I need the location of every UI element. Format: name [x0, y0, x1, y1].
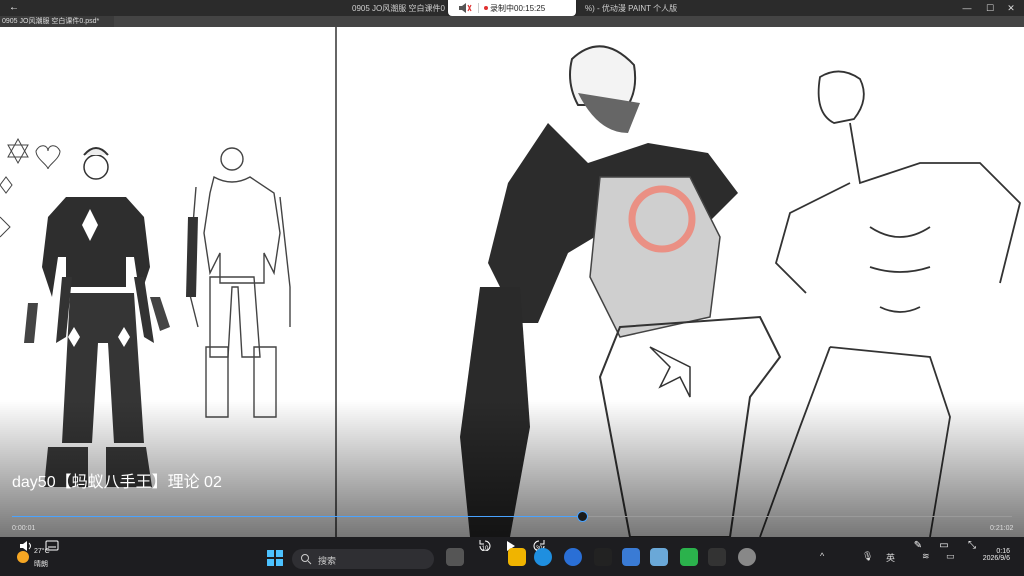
tool-app-icon[interactable]	[708, 548, 726, 566]
record-dot-icon	[484, 6, 488, 10]
speaker-muted-icon[interactable]	[458, 2, 472, 14]
taskbar-search[interactable]: 搜索	[292, 549, 434, 569]
maximize-icon: ☐	[985, 3, 995, 13]
maximize-button[interactable]: ☐	[983, 1, 997, 15]
total-time: 0:21:02	[990, 525, 1014, 532]
close-button[interactable]: ✕	[1004, 1, 1018, 15]
draw-button[interactable]: ✎	[910, 540, 926, 551]
seek-bar[interactable]	[12, 511, 1012, 522]
search-placeholder: 搜索	[318, 556, 337, 566]
close-icon: ✕	[1007, 3, 1015, 13]
task-view-icon[interactable]	[446, 548, 464, 566]
windows-start-icon[interactable]	[266, 549, 284, 567]
window-title-left: 0905 JO风潮服 空白课件0	[352, 4, 445, 13]
qq-icon[interactable]	[594, 548, 612, 566]
recording-indicator[interactable]: 录制中00:15:25	[448, 0, 576, 16]
pen-icon: ✎	[913, 540, 923, 551]
wechat-icon[interactable]	[680, 548, 698, 566]
window-title-right: %) - 优动漫 PAINT 个人版	[585, 4, 678, 13]
divider	[478, 3, 479, 13]
tray-expand-icon[interactable]: ^	[820, 551, 824, 561]
search-icon	[301, 554, 312, 565]
tab-strip	[114, 16, 1024, 27]
system-clock[interactable]: 0:16 2026/9/6	[976, 548, 1010, 562]
battery-icon[interactable]: ▭	[946, 551, 955, 562]
picture-in-picture-icon: ▭	[939, 540, 949, 551]
minimize-icon: —	[962, 3, 972, 13]
recorder-app-icon[interactable]	[738, 548, 756, 566]
minimize-button[interactable]: —	[960, 1, 974, 15]
seek-handle[interactable]	[577, 511, 588, 522]
exit-fullscreen-icon: ⤡	[968, 540, 976, 551]
wifi-icon[interactable]: ≋	[922, 551, 930, 562]
microphone-icon[interactable]: 🎙	[862, 551, 873, 562]
seek-progress	[12, 516, 582, 517]
clock-time: 0:16	[996, 548, 1010, 555]
video-title: day50【蚂蚁八手王】理论 02	[12, 474, 222, 491]
back-button[interactable]: ←	[4, 1, 24, 15]
weather-temperature: 27°C	[34, 548, 50, 555]
pip-button[interactable]: ▭	[936, 540, 952, 551]
paint-app-icon[interactable]	[650, 548, 668, 566]
clock-date: 2026/9/6	[982, 555, 1010, 562]
feishu-icon[interactable]	[622, 548, 640, 566]
rewind-seconds: 10	[481, 546, 489, 552]
document-tab[interactable]: 0905 JO风潮服 空白课件0.psd*	[0, 16, 116, 27]
weather-description: 晴朗	[34, 561, 48, 568]
app-s-icon[interactable]	[564, 548, 582, 566]
current-time: 0:00:01	[12, 525, 36, 532]
ime-indicator[interactable]: 英	[886, 551, 895, 564]
recording-label: 录制中00:15:25	[490, 4, 546, 13]
file-explorer-icon[interactable]	[508, 548, 526, 566]
weather-sun-icon	[17, 551, 29, 563]
arrow-left-icon: ←	[9, 2, 19, 13]
edge-browser-icon[interactable]	[534, 548, 552, 566]
